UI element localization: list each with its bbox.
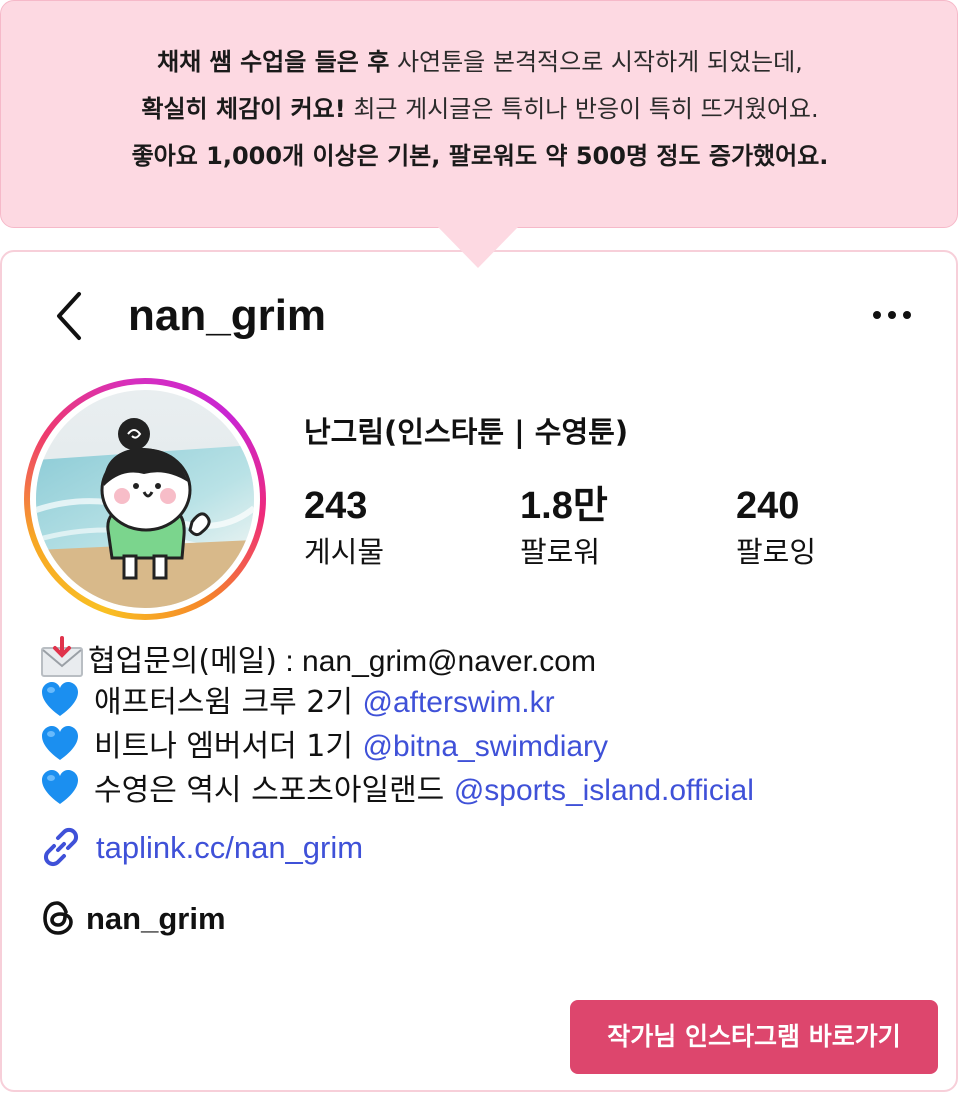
testimonial-bubble: 채채 쌤 수업을 들은 후 사연툰을 본격적으로 시작하게 되었는데, 확실히 … bbox=[0, 0, 958, 228]
testimonial-line2-bold: 확실히 체감이 커요! bbox=[141, 95, 346, 123]
mention-sports-island[interactable]: @sports_island.official bbox=[454, 774, 754, 807]
stat-posts[interactable]: 243 게시물 bbox=[304, 482, 384, 572]
stat-following-label: 팔로잉 bbox=[736, 535, 817, 569]
stat-following[interactable]: 240 팔로잉 bbox=[736, 482, 816, 572]
avatar-story-ring[interactable] bbox=[24, 378, 266, 620]
bio-line-2: 비트나 엠버서더 1기 @bitna_swimdiary bbox=[40, 724, 608, 769]
bio-line-1: 애프터스윔 크루 2기 @afterswim.kr bbox=[40, 680, 555, 725]
testimonial-line3-bold: 좋아요 1,000개 이상은 기본, 팔로워도 약 500명 정도 증가했어요. bbox=[131, 142, 829, 170]
bio-contact-label: 협업문의(메일) bbox=[88, 644, 278, 679]
mention-bitna[interactable]: @bitna_swimdiary bbox=[363, 730, 609, 763]
stat-following-value: 240 bbox=[736, 485, 800, 527]
threads-username: nan_grim bbox=[86, 901, 226, 936]
bio-link-text: taplink.cc/nan_grim bbox=[96, 830, 364, 865]
stat-posts-label: 게시물 bbox=[304, 535, 385, 569]
blue-heart-icon bbox=[42, 682, 78, 716]
threads-icon bbox=[43, 901, 73, 935]
testimonial-line1-rest: 사연툰을 본격적으로 시작하게 되었는데, bbox=[389, 48, 803, 76]
envelope-icon bbox=[41, 636, 83, 677]
profile-username-title: nan_grim bbox=[128, 291, 327, 340]
stat-followers-label: 팔로워 bbox=[520, 535, 601, 569]
bio-link-row[interactable]: taplink.cc/nan_grim bbox=[40, 826, 363, 870]
testimonial-line1-bold: 채채 쌤 수업을 들은 후 bbox=[157, 48, 390, 76]
mention-afterswim[interactable]: @afterswim.kr bbox=[363, 686, 555, 719]
back-chevron-icon[interactable] bbox=[52, 290, 86, 342]
stat-followers[interactable]: 1.8만 팔로워 bbox=[520, 482, 608, 572]
bubble-tail bbox=[437, 226, 519, 268]
blue-heart-icon bbox=[42, 770, 78, 804]
avatar bbox=[36, 390, 254, 608]
bio-line-1-text: 애프터스윔 크루 2기 bbox=[94, 685, 363, 720]
bio-contact-line: 협업문의(메일) : nan_grim@naver.com bbox=[40, 636, 596, 684]
more-icon[interactable] bbox=[868, 303, 916, 327]
stat-posts-value: 243 bbox=[304, 485, 368, 527]
stat-followers-value: 1.8만 bbox=[520, 485, 608, 527]
testimonial-line2-rest: 최근 게시글은 특히나 반응이 특히 뜨거웠어요. bbox=[345, 95, 819, 123]
bio-contact-email: : nan_grim@naver.com bbox=[277, 645, 596, 678]
bio-line-3-text: 수영은 역시 스포츠아일랜드 bbox=[94, 773, 454, 808]
link-icon bbox=[43, 827, 79, 867]
blue-heart-icon bbox=[42, 726, 78, 760]
threads-row[interactable]: nan_grim bbox=[40, 900, 226, 944]
page: 채채 쌤 수업을 들은 후 사연툰을 본격적으로 시작하게 되었는데, 확실히 … bbox=[0, 0, 960, 1094]
testimonial-text: 채채 쌤 수업을 들은 후 사연툰을 본격적으로 시작하게 되었는데, 확실히 … bbox=[1, 39, 959, 180]
instagram-link-button[interactable]: 작가님 인스타그램 바로가기 bbox=[570, 1000, 938, 1074]
bio-line-3: 수영은 역시 스포츠아일랜드 @sports_island.official bbox=[40, 768, 754, 813]
bio-line-2-text: 비트나 엠버서더 1기 bbox=[94, 729, 363, 764]
profile-display-name: 난그림(인스타툰 | 수영툰) bbox=[304, 415, 629, 449]
